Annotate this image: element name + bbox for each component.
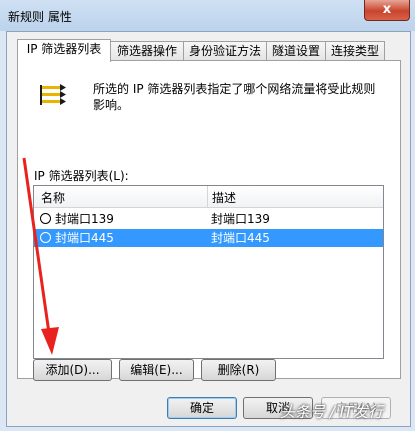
edit-button[interactable]: 编辑(E)... [119, 359, 194, 381]
dialog-client: IP 筛选器列表 筛选器操作 身份验证方法 隧道设置 连接类型 所选的 IP 筛… [6, 31, 411, 427]
tab-filter-action[interactable]: 筛选器操作 [110, 41, 184, 61]
radio-icon[interactable] [40, 213, 51, 224]
title-bar: 新规则 属性 x [0, 0, 415, 31]
rule-description: 所选的 IP 筛选器列表指定了哪个网络流量将受此规则影响。 [93, 82, 376, 112]
ok-button[interactable]: 确定 [167, 397, 237, 419]
filter-listview[interactable]: 名称 描述 封端口139 封端口139 封端口445 封端口445 [33, 185, 384, 359]
filter-name: 封端口445 [55, 231, 114, 245]
filter-description: 封端口139 [211, 212, 270, 226]
list-header: 名称 描述 [34, 186, 383, 208]
remove-button[interactable]: 删除(R) [201, 359, 276, 381]
radio-icon[interactable] [40, 232, 51, 243]
column-separator[interactable] [207, 186, 208, 207]
filter-description: 封端口445 [211, 231, 270, 245]
tab-connection-type[interactable]: 连接类型 [325, 41, 385, 61]
window-title: 新规则 属性 [8, 10, 72, 24]
filter-name: 封端口139 [55, 212, 114, 226]
filter-row-445[interactable]: 封端口445 封端口445 [34, 229, 383, 247]
tab-ip-filter-list[interactable]: IP 筛选器列表 [17, 39, 111, 62]
close-button[interactable]: x [364, 0, 410, 21]
column-name-header[interactable]: 名称 [41, 189, 65, 206]
tab-auth-methods[interactable]: 身份验证方法 [183, 41, 267, 61]
ip-filter-icon [40, 84, 66, 105]
tab-panel: 所选的 IP 筛选器列表指定了哪个网络流量将受此规则影响。 IP 筛选器列表(L… [17, 60, 401, 381]
filter-row-139[interactable]: 封端口139 封端口139 [34, 210, 383, 228]
add-button[interactable]: 添加(D)... [33, 359, 112, 381]
watermark-text: 头条号 / IT发行 [280, 403, 384, 421]
column-description-header[interactable]: 描述 [212, 189, 236, 206]
filter-list-label: IP 筛选器列表(L): [34, 169, 129, 183]
tab-tunnel-settings[interactable]: 隧道设置 [266, 41, 326, 61]
